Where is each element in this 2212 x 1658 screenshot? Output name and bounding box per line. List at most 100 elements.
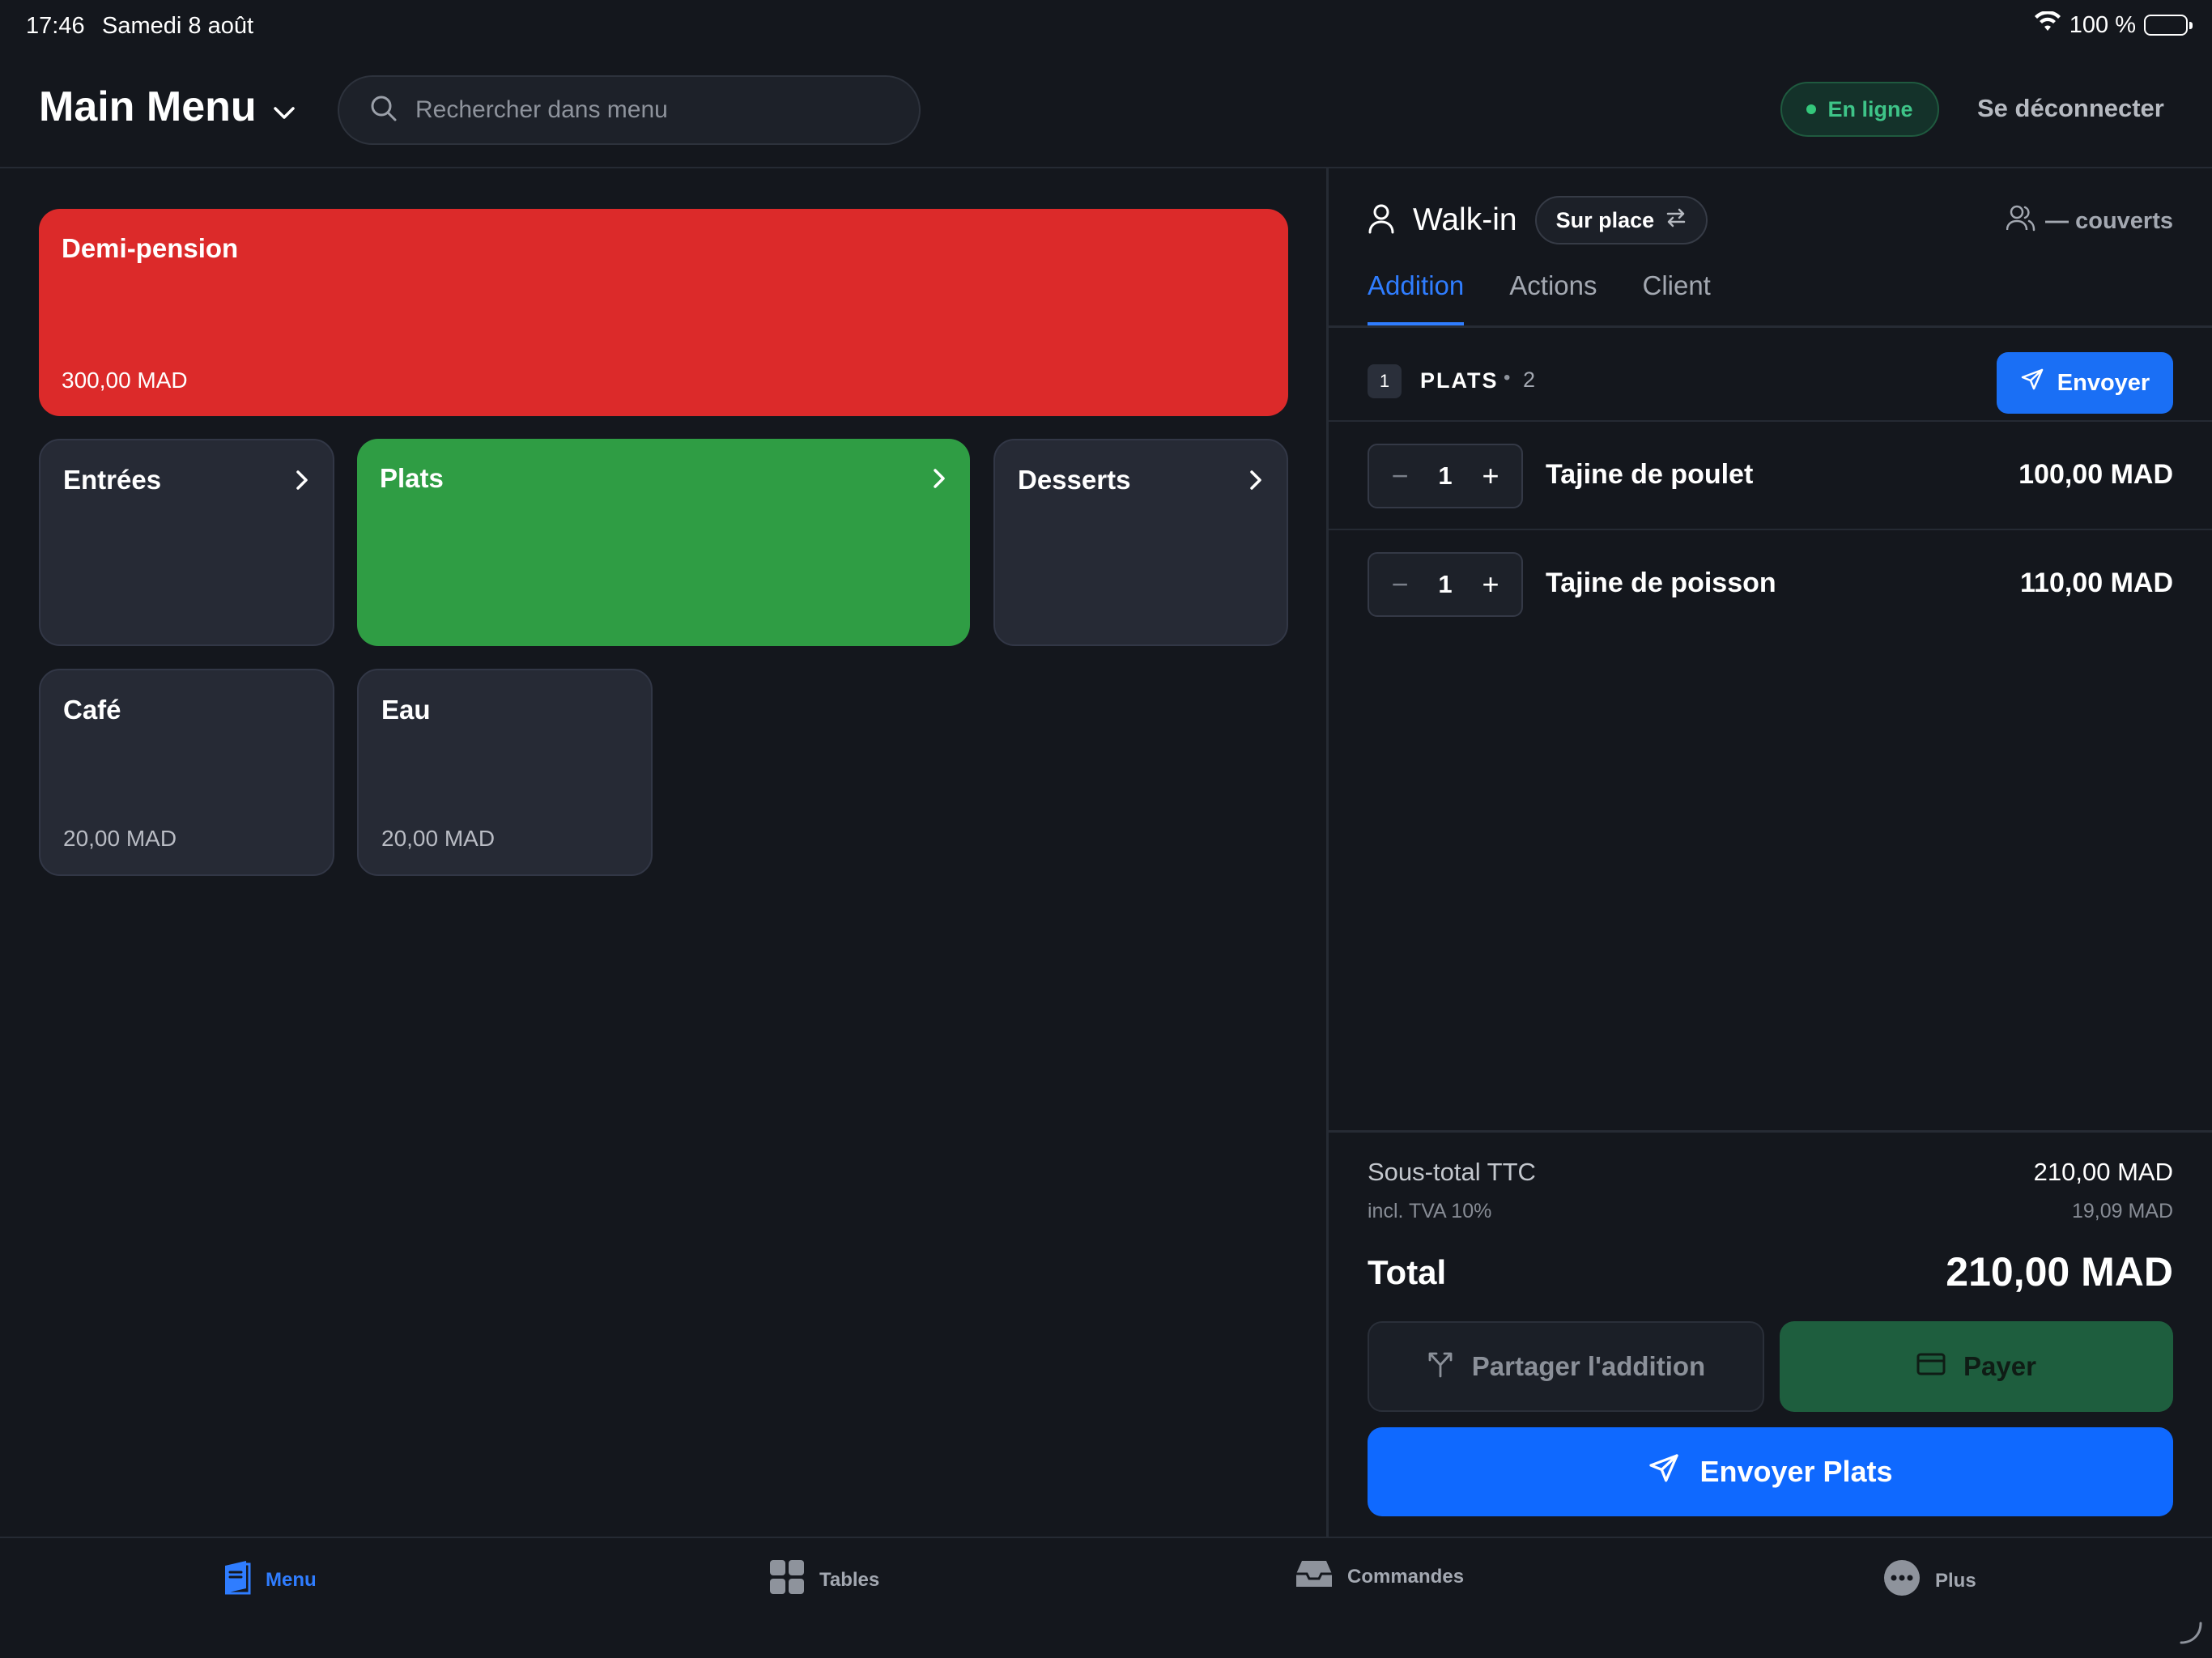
chevron-right-icon bbox=[933, 468, 946, 493]
chevron-right-icon bbox=[1249, 470, 1262, 495]
subtotal-value: 210,00 MAD bbox=[2033, 1158, 2173, 1186]
tax-value: 19,09 MAD bbox=[2071, 1200, 2173, 1222]
menu-item-demi-pension[interactable]: Demi-pension 300,00 MAD bbox=[39, 209, 1288, 416]
credit-card-icon bbox=[1916, 1351, 1946, 1382]
total-value: 210,00 MAD bbox=[1946, 1249, 2173, 1295]
menu-selector[interactable]: Main Menu bbox=[39, 83, 296, 131]
tabbar-item-commandes[interactable]: Commandes bbox=[1295, 1559, 1464, 1594]
quantity-stepper: − 1 + bbox=[1368, 444, 1523, 508]
tabbar-label: Plus bbox=[1935, 1569, 1976, 1592]
category-name: Desserts bbox=[1018, 465, 1131, 495]
total-label: Total bbox=[1368, 1253, 1447, 1291]
chevron-right-icon bbox=[296, 470, 308, 495]
online-status-label: En ligne bbox=[1827, 96, 1913, 121]
header: Main Menu En ligne Se déconnecter bbox=[0, 53, 2212, 168]
bottom-tab-bar: Menu Tables Commandes Plus bbox=[0, 1537, 2212, 1658]
send-plats-button[interactable]: Envoyer Plats bbox=[1368, 1427, 2173, 1516]
send-icon bbox=[1648, 1452, 1680, 1492]
menu-item-name: Demi-pension bbox=[62, 233, 239, 263]
order-line-name[interactable]: Tajine de poisson bbox=[1546, 568, 1776, 599]
covers-selector[interactable]: — couverts bbox=[2006, 204, 2173, 238]
wifi-icon bbox=[2034, 11, 2061, 39]
tabbar-item-plus[interactable]: Plus bbox=[1883, 1559, 1976, 1602]
course-label: PLATS bbox=[1420, 368, 1499, 393]
pay-label: Payer bbox=[1963, 1351, 2036, 1381]
send-icon bbox=[2020, 368, 2044, 398]
menu-item-name: Eau bbox=[381, 695, 431, 725]
tab-actions[interactable]: Actions bbox=[1509, 270, 1597, 326]
covers-label: — couverts bbox=[2045, 207, 2173, 234]
tab-addition[interactable]: Addition bbox=[1368, 270, 1465, 326]
send-plats-label: Envoyer Plats bbox=[1699, 1455, 1893, 1488]
send-course-label: Envoyer bbox=[2057, 369, 2150, 396]
subtotal-label: Sous-total TTC bbox=[1368, 1158, 1536, 1186]
menu-item-price: 20,00 MAD bbox=[63, 826, 177, 851]
order-line-price: 110,00 MAD bbox=[2020, 568, 2173, 598]
increment-button[interactable]: + bbox=[1476, 459, 1505, 493]
logout-button[interactable]: Se déconnecter bbox=[1977, 94, 2164, 123]
decrement-button[interactable]: − bbox=[1385, 568, 1414, 602]
decrement-button[interactable]: − bbox=[1385, 459, 1414, 493]
menu-item-eau[interactable]: Eau 20,00 MAD bbox=[357, 669, 653, 876]
quantity-value: 1 bbox=[1438, 461, 1453, 490]
course-separator: • bbox=[1504, 367, 1511, 389]
tabbar-label: Commandes bbox=[1347, 1565, 1465, 1588]
search-input[interactable] bbox=[415, 96, 869, 124]
tabbar-item-menu[interactable]: Menu bbox=[223, 1559, 317, 1601]
status-right: 100 % bbox=[2034, 11, 2193, 39]
send-course-button[interactable]: Envoyer bbox=[1997, 352, 2173, 414]
swap-arrows-icon bbox=[1665, 208, 1687, 233]
more-icon bbox=[1883, 1559, 1921, 1602]
quantity-value: 1 bbox=[1438, 570, 1453, 598]
user-icon bbox=[1368, 203, 1395, 238]
course-header: 1 PLATS • 2 Envoyer bbox=[1329, 328, 2212, 422]
split-bill-button[interactable]: Partager l'addition bbox=[1368, 1321, 1764, 1412]
tabbar-item-tables[interactable]: Tables bbox=[769, 1559, 879, 1601]
split-bill-label: Partager l'addition bbox=[1471, 1351, 1706, 1381]
tables-grid-icon bbox=[769, 1559, 805, 1601]
tabbar-label: Tables bbox=[819, 1568, 880, 1591]
online-dot-icon bbox=[1806, 104, 1817, 114]
order-line-price: 100,00 MAD bbox=[2018, 459, 2173, 490]
resize-handle-icon bbox=[2178, 1620, 2204, 1650]
tabbar-label: Menu bbox=[266, 1568, 317, 1591]
menu-item-name: Café bbox=[63, 695, 121, 725]
order-panel: Walk-in Sur place — couverts Addition Ac… bbox=[1329, 168, 2212, 1537]
quantity-stepper: − 1 + bbox=[1368, 552, 1523, 617]
order-tabs: Addition Actions Client bbox=[1368, 270, 1711, 326]
service-mode-label: Sur place bbox=[1555, 207, 1655, 232]
pay-button[interactable]: Payer bbox=[1780, 1321, 2173, 1412]
battery-percent: 100 % bbox=[2069, 11, 2136, 38]
search-bar[interactable] bbox=[338, 75, 921, 145]
increment-button[interactable]: + bbox=[1476, 568, 1505, 602]
customer-header: Walk-in Sur place bbox=[1368, 196, 1708, 244]
order-line-name[interactable]: Tajine de poulet bbox=[1546, 459, 1753, 491]
online-status-badge: En ligne bbox=[1780, 82, 1939, 137]
category-desserts[interactable]: Desserts bbox=[993, 439, 1288, 646]
category-entrees[interactable]: Entrées bbox=[39, 439, 334, 646]
page-title: Main Menu bbox=[39, 83, 257, 130]
order-line: − 1 + Tajine de poulet 100,00 MAD bbox=[1329, 422, 2212, 530]
menu-item-price: 300,00 MAD bbox=[62, 368, 188, 393]
search-icon bbox=[370, 95, 398, 126]
service-mode-toggle[interactable]: Sur place bbox=[1534, 196, 1708, 244]
battery-icon bbox=[2144, 15, 2193, 36]
tab-client[interactable]: Client bbox=[1642, 270, 1710, 326]
tray-icon bbox=[1295, 1559, 1333, 1594]
guests-icon bbox=[2006, 204, 2035, 238]
order-line: − 1 + Tajine de poisson 110,00 MAD bbox=[1329, 530, 2212, 639]
totals-divider bbox=[1329, 1130, 2212, 1133]
chevron-down-icon bbox=[273, 83, 296, 131]
tax-label: incl. TVA 10% bbox=[1368, 1200, 1492, 1222]
status-bar: 17:46 Samedi 8 août 100 % bbox=[0, 0, 2212, 53]
split-icon bbox=[1427, 1349, 1454, 1384]
course-number-badge: 1 bbox=[1368, 364, 1402, 398]
category-plats[interactable]: Plats bbox=[357, 439, 970, 646]
category-name: Entrées bbox=[63, 465, 162, 495]
menu-item-price: 20,00 MAD bbox=[381, 826, 496, 851]
menu-book-icon bbox=[223, 1559, 251, 1601]
course-item-count: 2 bbox=[1523, 368, 1536, 392]
customer-name[interactable]: Walk-in bbox=[1413, 202, 1517, 238]
status-date: Samedi 8 août bbox=[102, 13, 254, 39]
menu-item-cafe[interactable]: Café 20,00 MAD bbox=[39, 669, 334, 876]
